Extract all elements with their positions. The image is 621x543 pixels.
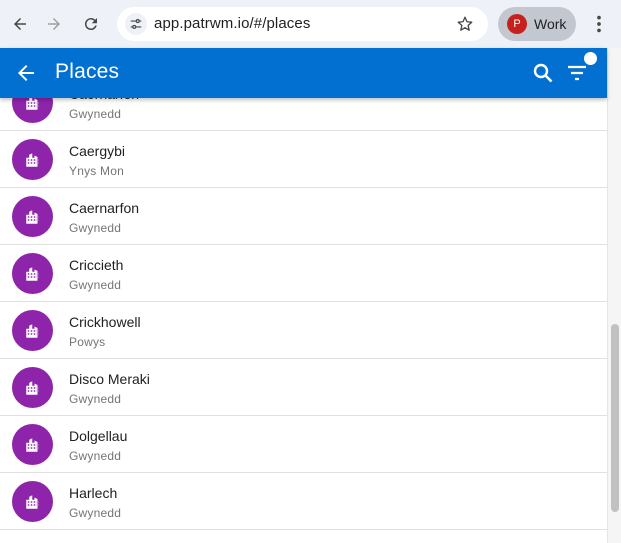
browser-forward-button[interactable]	[40, 10, 68, 38]
place-name: Caergybi	[69, 143, 126, 159]
place-avatar	[12, 98, 53, 123]
place-county: Powys	[69, 335, 106, 349]
profile-button[interactable]: P Work	[498, 7, 576, 41]
site-settings-icon[interactable]	[125, 13, 147, 35]
place-name: Harlech	[69, 485, 118, 501]
city-icon	[25, 323, 38, 338]
place-county: Gwynedd	[69, 107, 122, 121]
filter-active-badge	[584, 52, 597, 65]
city-icon	[25, 209, 38, 224]
place-avatar	[12, 367, 53, 408]
place-list-item[interactable]: Dolgellau Gwynedd	[0, 416, 607, 473]
city-icon	[25, 98, 38, 110]
filter-icon[interactable]	[565, 61, 589, 85]
place-county: Gwynedd	[69, 449, 122, 463]
arrow-right-icon	[48, 18, 60, 30]
place-name: Caernarfon	[69, 98, 139, 102]
browser-reload-button[interactable]	[77, 10, 105, 38]
place-name: Disco Meraki	[69, 371, 150, 387]
place-name: Criccieth	[69, 257, 124, 273]
page-title: Places	[55, 60, 120, 83]
place-name: Caernarfon	[69, 200, 140, 216]
place-county: Gwynedd	[69, 221, 122, 235]
url-text[interactable]: app.patrwm.io/#/places	[154, 15, 310, 32]
address-bar[interactable]: app.patrwm.io/#/places	[117, 7, 488, 41]
arrow-left-icon	[14, 18, 26, 30]
place-avatar	[12, 253, 53, 294]
place-county: Gwynedd	[69, 506, 122, 520]
scrollbar-track[interactable]	[607, 48, 621, 543]
app-bar: Places	[0, 48, 607, 98]
city-icon	[25, 380, 38, 395]
city-icon	[25, 152, 38, 167]
place-list-item[interactable]: Crickhowell Powys	[0, 302, 607, 359]
place-list-item[interactable]: Caernarfon Gwynedd	[0, 188, 607, 245]
city-icon	[25, 266, 38, 281]
search-icon[interactable]	[531, 61, 555, 85]
place-name: Crickhowell	[69, 314, 141, 330]
place-name: Dolgellau	[69, 428, 128, 444]
more-options-icon[interactable]	[588, 12, 610, 36]
browser-back-button[interactable]	[6, 10, 34, 38]
place-county: Gwynedd	[69, 278, 122, 292]
place-county: Ynys Mon	[69, 164, 124, 178]
places-list-container[interactable]: Caernarfon Gwynedd Caergybi Ynys Mon Cae…	[0, 98, 607, 543]
place-list-item[interactable]: Caernarfon Gwynedd	[0, 98, 607, 131]
scrollbar-thumb[interactable]	[611, 324, 619, 512]
place-county: Gwynedd	[69, 392, 122, 406]
place-list-item[interactable]: Caergybi Ynys Mon	[0, 131, 607, 188]
place-avatar	[12, 139, 53, 180]
place-avatar	[12, 424, 53, 465]
city-icon	[25, 437, 38, 452]
city-icon	[25, 494, 38, 509]
place-list-item[interactable]: Harlech Gwynedd	[0, 473, 607, 530]
profile-name: Work	[534, 16, 567, 32]
place-avatar	[12, 310, 53, 351]
reload-icon	[84, 18, 97, 31]
place-avatar	[12, 196, 53, 237]
places-list: Caernarfon Gwynedd Caergybi Ynys Mon Cae…	[0, 98, 607, 530]
back-arrow-icon[interactable]	[14, 61, 38, 85]
browser-toolbar: app.patrwm.io/#/places P Work	[0, 0, 621, 48]
profile-avatar: P	[507, 14, 527, 34]
place-list-item[interactable]: Criccieth Gwynedd	[0, 245, 607, 302]
star-icon[interactable]	[456, 15, 474, 33]
place-list-item[interactable]: Disco Meraki Gwynedd	[0, 359, 607, 416]
place-avatar	[12, 481, 53, 522]
